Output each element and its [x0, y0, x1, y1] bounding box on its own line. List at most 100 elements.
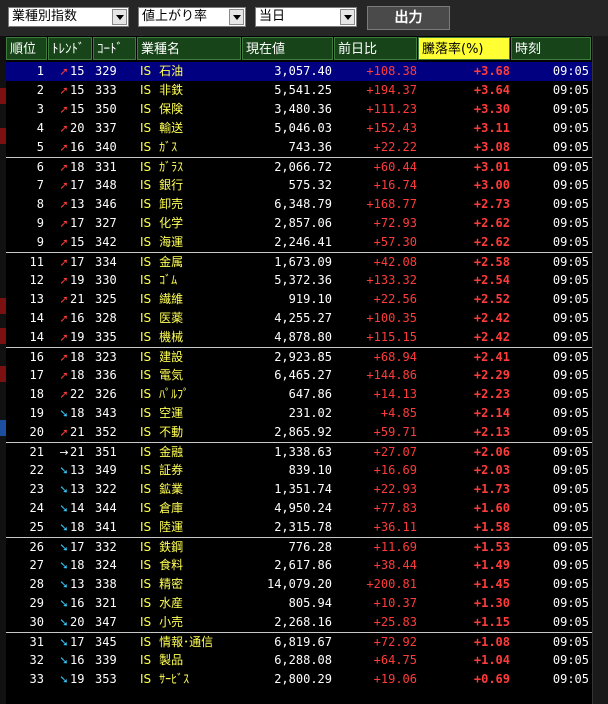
table-row[interactable]: 31 ➘17 345 IS 情報･通信 6,819.67 +72.92 +1.08 09:05	[6, 632, 592, 652]
trend-cell: ➚17	[58, 214, 92, 233]
trend-value: 19	[70, 273, 85, 287]
table-row[interactable]: 2 ➚15 333 IS 非鉄 5,541.25 +194.37 +3.64 09:05	[6, 81, 592, 100]
vertical-scrollbar[interactable]	[592, 36, 608, 704]
table-row[interactable]: 30 ➘20 347 IS 小売 2,268.16 +25.83 +1.15 09:05	[6, 613, 592, 632]
table-row[interactable]: 20 ➚21 352 IS 不動 2,865.92 +59.71 +2.13 09:05	[6, 423, 592, 442]
table-row[interactable]: 28 ➘13 338 IS 精密 14,079.20 +200.81 +1.45 09:05	[6, 575, 592, 594]
market-label: IS	[140, 558, 152, 572]
rate-cell: +3.68	[473, 64, 510, 78]
table-row[interactable]: 29 ➘16 321 IS 水産 805.94 +10.37 +1.30 09:05	[6, 594, 592, 613]
table-row[interactable]: 12 ➚19 330 IS ｺﾞﾑ 5,372.36 +133.32 +2.54 09:05	[6, 271, 592, 290]
table-row[interactable]: 26 ➘17 332 IS 鉄鋼 776.28 +11.69 +1.53 09:05	[6, 537, 592, 557]
table-row[interactable]: 1 ➚15 329 IS 石油 3,057.40 +108.38 +3.68 09:05	[6, 62, 592, 81]
rank-cell: 12	[29, 273, 44, 287]
table-row[interactable]: 7 ➚17 348 IS 銀行 575.32 +16.74 +3.00 09:05	[6, 176, 592, 195]
chevron-down-icon[interactable]	[112, 9, 127, 25]
table-row[interactable]: 22 ➘13 349 IS 証券 839.10 +16.69 +2.03 09:05	[6, 461, 592, 480]
time-cell: 09:05	[552, 311, 589, 325]
sort-select[interactable]: 値上がり率	[138, 7, 246, 27]
rate-cell: +2.73	[473, 197, 510, 211]
trend-cell: →21	[58, 443, 92, 462]
table-row[interactable]: 5 ➚16 340 IS ｶﾞｽ 743.36 +22.22 +3.08 09:05	[6, 138, 592, 157]
table-row[interactable]: 6 ➚18 331 IS ｶﾞﾗｽ 2,066.72 +60.44 +3.01 09:05	[6, 157, 592, 177]
col-header-price[interactable]: 現在値	[242, 37, 333, 60]
name-cell: IS 電気	[140, 366, 245, 385]
chevron-down-icon[interactable]	[229, 9, 244, 25]
table-row[interactable]: 11 ➚17 334 IS 金属 1,673.09 +42.08 +2.58 09:05	[6, 252, 592, 272]
market-label: IS	[140, 463, 152, 477]
col-header-name[interactable]: 業種名	[137, 37, 241, 60]
table-row[interactable]: 9 ➚15 342 IS 海運 2,246.41 +57.30 +2.62 09:05	[6, 233, 592, 252]
table-row[interactable]: 16 ➚18 323 IS 建設 2,923.85 +68.94 +2.41 09:05	[6, 347, 592, 367]
col-header-rate[interactable]: 騰落率(%)	[418, 37, 510, 60]
table-row[interactable]: 17 ➚18 336 IS 電気 6,465.27 +144.86 +2.29 09:05	[6, 366, 592, 385]
trend-value: 18	[70, 558, 85, 572]
name-cell: IS 精密	[140, 575, 245, 594]
market-label: IS	[140, 501, 152, 515]
col-header-trend[interactable]: ﾄﾚﾝﾄﾞ	[48, 37, 92, 60]
code-cell: 332	[95, 540, 117, 554]
up-right-arrow-icon: ➚	[59, 388, 69, 401]
table-row[interactable]: 9 ➚17 327 IS 化学 2,857.06 +72.93 +2.62 09:05	[6, 214, 592, 233]
up-right-arrow-icon: ➚	[59, 351, 69, 364]
industry-name: 繊維	[159, 292, 184, 306]
industry-name: ｻｰﾋﾞｽ	[159, 672, 190, 686]
trend-cell: ➘18	[58, 518, 92, 537]
table-row[interactable]: 8 ➚13 346 IS 卸売 6,348.79 +168.77 +2.73 09:05	[6, 195, 592, 214]
name-cell: IS 海運	[140, 233, 245, 252]
trend-cell: ➘17	[58, 633, 92, 652]
industry-name: 機械	[159, 330, 184, 344]
trend-value: 21	[70, 425, 85, 439]
trend-cell: ➘17	[58, 538, 92, 557]
table-row[interactable]: 24 ➘14 344 IS 倉庫 4,950.24 +77.83 +1.60 09:05	[6, 499, 592, 518]
rate-cell: +2.62	[473, 216, 510, 230]
name-cell: IS 証券	[140, 461, 245, 480]
table-row[interactable]: 33 ➘19 353 IS ｻｰﾋﾞｽ 2,800.29 +19.06 +0.69 09:05	[6, 670, 592, 689]
market-label: IS	[140, 83, 152, 97]
chevron-down-icon[interactable]	[340, 9, 355, 25]
industry-name: 金属	[159, 255, 184, 269]
table-row[interactable]: 4 ➚20 337 IS 輸送 5,046.03 +152.43 +3.11 09:05	[6, 119, 592, 138]
up-right-arrow-icon: ➚	[59, 198, 69, 211]
trend-value: 15	[70, 64, 85, 78]
trend-cell: ➚19	[58, 271, 92, 290]
table-row[interactable]: 18 ➚22 326 IS ﾊﾟﾙﾌﾟ 647.86 +14.13 +2.23 09:05	[6, 385, 592, 404]
table-row[interactable]: 19 ➘18 343 IS 空運 231.02 +4.85 +2.14 09:05	[6, 404, 592, 423]
col-header-time[interactable]: 時刻	[511, 37, 591, 60]
trend-value: 18	[70, 350, 85, 364]
table-row[interactable]: 14 ➚19 335 IS 機械 4,878.80 +115.15 +2.42 09:05	[6, 328, 592, 347]
up-right-arrow-icon: ➚	[59, 236, 69, 249]
time-cell: 09:05	[552, 273, 589, 287]
time-cell: 09:05	[552, 292, 589, 306]
table-row[interactable]: 27 ➘18 324 IS 食料 2,617.86 +38.44 +1.49 09:05	[6, 556, 592, 575]
col-header-code[interactable]: ｺｰﾄﾞ	[93, 37, 136, 60]
industry-name: 陸運	[159, 520, 184, 534]
market-label: IS	[140, 140, 152, 154]
trend-value: 20	[70, 121, 85, 135]
change-cell: +19.06	[373, 672, 417, 686]
name-cell: IS 繊維	[140, 290, 245, 309]
col-header-rank[interactable]: 順位	[6, 37, 47, 60]
trend-value: 18	[70, 160, 85, 174]
table-row[interactable]: 23 ➘13 322 IS 鉱業 1,351.74 +22.93 +1.73 09:05	[6, 480, 592, 499]
trend-value: 17	[70, 178, 85, 192]
table-row[interactable]: 3 ➚15 350 IS 保険 3,480.36 +111.23 +3.30 09:05	[6, 100, 592, 119]
rate-cell: +3.08	[473, 140, 510, 154]
period-select[interactable]: 当日	[255, 7, 357, 27]
category-select[interactable]: 業種別指数	[8, 7, 129, 27]
time-cell: 09:05	[552, 653, 589, 667]
col-header-change[interactable]: 前日比	[334, 37, 417, 60]
down-right-arrow-icon: ➘	[59, 483, 69, 496]
code-cell: 348	[95, 178, 117, 192]
table-row[interactable]: 32 ➘16 339 IS 製品 6,288.08 +64.75 +1.04 09:05	[6, 651, 592, 670]
table-row[interactable]: 14 ➚16 328 IS 医薬 4,255.27 +100.35 +2.42 09:05	[6, 309, 592, 328]
table-row[interactable]: 21 →21 351 IS 金融 1,338.63 +27.07 +2.06 09:05	[6, 442, 592, 462]
industry-name: 水産	[159, 596, 184, 610]
table-row[interactable]: 13 ➚21 325 IS 繊維 919.10 +22.56 +2.52 09:05	[6, 290, 592, 309]
time-cell: 09:05	[552, 140, 589, 154]
trend-cell: ➚19	[58, 328, 92, 347]
output-button[interactable]: 出力	[367, 6, 450, 30]
trend-value: 13	[70, 577, 85, 591]
table-row[interactable]: 25 ➘18 341 IS 陸運 2,315.78 +36.11 +1.58 09:05	[6, 518, 592, 537]
rank-cell: 30	[29, 615, 44, 629]
